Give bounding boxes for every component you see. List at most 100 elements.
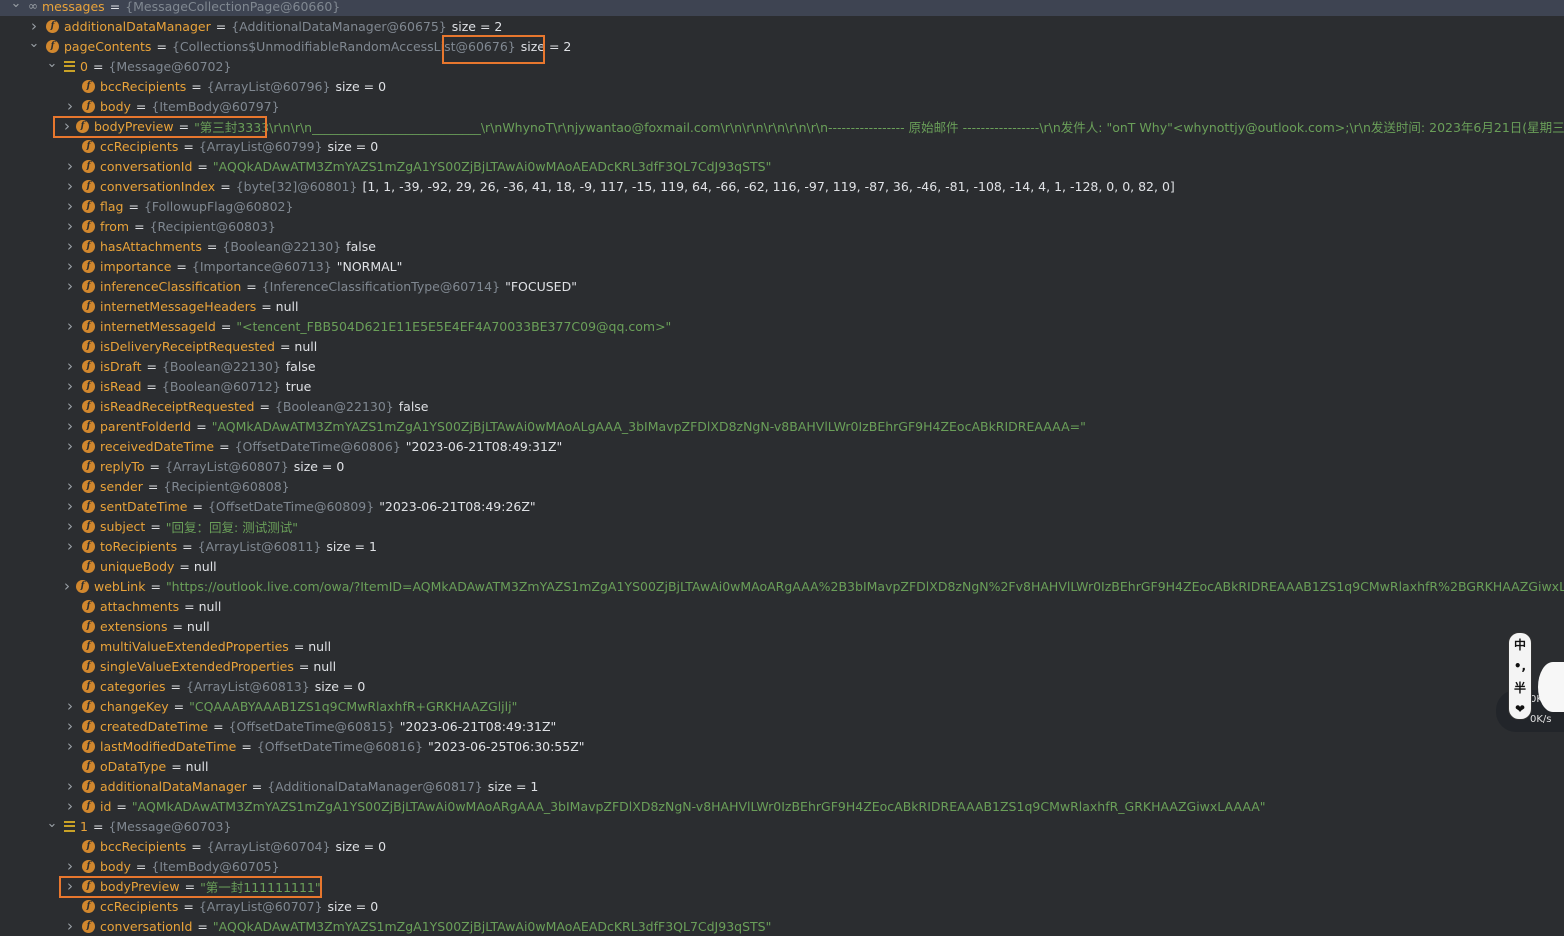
tree-row[interactable]: › f sentDateTime = {OffsetDateTime@60809} "20… — [0, 496, 1564, 516]
tree-row[interactable]: › f additionalDataManager = {AdditionalDataM… — [0, 16, 1564, 36]
tree-row[interactable]: › f inferenceClassification = {InferenceClas… — [0, 276, 1564, 296]
chevron-right-icon[interactable]: › — [64, 697, 76, 715]
chevron-right-icon[interactable]: › — [64, 117, 70, 135]
tree-row[interactable]: ›funiqueBody= null — [0, 556, 1564, 576]
chevron-down-icon[interactable]: ⌄ — [28, 36, 40, 51]
tree-row[interactable]: ›fattachments= null — [0, 596, 1564, 616]
field-value: [1, 1, -39, -92, 29, 26, -36, 41, 18, -9… — [362, 178, 1175, 194]
equals-sign: = — [135, 98, 147, 114]
tree-row[interactable]: › f body = {ItemBody@60705} — [0, 856, 1564, 876]
tree-row[interactable]: › f body = {ItemBody@60797} — [0, 96, 1564, 116]
tree-row[interactable]: › f from = {Recipient@60803} — [0, 216, 1564, 236]
chevron-right-icon[interactable]: › — [64, 537, 76, 555]
chevron-right-icon[interactable]: › — [64, 797, 76, 815]
tree-row[interactable]: ⌄ f pageContents = {Collections$Unmodifiable… — [0, 36, 1564, 56]
chevron-down-icon[interactable]: ⌄ — [10, 0, 22, 11]
tree-row[interactable]: › f internetMessageId = "<tencent_FBB504D621… — [0, 316, 1564, 336]
tree-row[interactable]: › f id = "AQMkADAwATM3ZmYAZS1mZgA1YS00ZjBjLT… — [0, 796, 1564, 816]
tree-row[interactable]: ›fcategories={ArrayList@60813}size = 0 — [0, 676, 1564, 696]
tree-row[interactable]: › f createdDateTime = {OffsetDateTime@60815}… — [0, 716, 1564, 736]
field-value: size = 0 — [327, 138, 379, 154]
tree-row[interactable]: › f toRecipients = {ArrayList@60811} size = 1 — [0, 536, 1564, 556]
tree-row[interactable]: › f parentFolderId = "AQMkADAwATM3ZmYAZS1mZg… — [0, 416, 1564, 436]
field-name: isReadReceiptRequested — [100, 398, 255, 414]
tree-row[interactable]: › f isReadReceiptRequested = {Boolean@22130}… — [0, 396, 1564, 416]
tree-row[interactable]: ›freplyTo={ArrayList@60807}size = 0 — [0, 456, 1564, 476]
tree-row[interactable]: ›finternetMessageHeaders= null — [0, 296, 1564, 316]
tree-row[interactable]: ›fbccRecipients={ArrayList@60704}size = … — [0, 836, 1564, 856]
chevron-right-icon[interactable]: › — [64, 397, 76, 415]
tree-row[interactable]: ›fsingleValueExtendedProperties= null — [0, 656, 1564, 676]
chevron-right-icon[interactable]: › — [64, 277, 76, 295]
tree-row[interactable]: ›fbccRecipients={ArrayList@60796}size = … — [0, 76, 1564, 96]
tree-row[interactable]: › f lastModifiedDateTime = {OffsetDateTime@6… — [0, 736, 1564, 756]
chevron-right-icon[interactable]: › — [64, 437, 76, 455]
tree-row[interactable]: › f isRead = {Boolean@60712} true — [0, 376, 1564, 396]
tree-row[interactable]: › f conversationId = "AQQkADAwATM3ZmYAZS1mZg… — [0, 916, 1564, 936]
field-name: uniqueBody — [100, 558, 175, 574]
chevron-right-icon[interactable]: › — [64, 477, 76, 495]
tree-row[interactable]: › f conversationIndex = {byte[32]@60801} [1, … — [0, 176, 1564, 196]
tree-row[interactable]: › f bodyPreview = "第一封111111111" — [0, 876, 1564, 896]
chevron-right-icon[interactable]: › — [64, 237, 76, 255]
chevron-right-icon[interactable]: › — [64, 97, 76, 115]
ime-chinese-icon[interactable]: 中 — [1514, 636, 1526, 653]
tree-row[interactable]: › f flag = {FollowupFlag@60802} — [0, 196, 1564, 216]
chevron-right-icon[interactable]: › — [64, 177, 76, 195]
ime-punctuation-icon[interactable]: •, — [1514, 659, 1526, 673]
chevron-right-icon[interactable]: › — [28, 17, 40, 35]
field-name: 0 — [80, 58, 88, 74]
tree-row[interactable]: ›fextensions= null — [0, 616, 1564, 636]
tree-row[interactable]: › f isDraft = {Boolean@22130} false — [0, 356, 1564, 376]
watch-icon: ∞ — [28, 0, 38, 13]
tree-row[interactable]: › f webLink = "https://outlook.live.com/owa/… — [0, 576, 1564, 596]
chevron-right-icon[interactable]: › — [64, 497, 76, 515]
tree-row[interactable]: › f changeKey = "CQAAABYAAAB1ZS1q9CMwRlaxhfR… — [0, 696, 1564, 716]
chevron-right-icon[interactable]: › — [64, 777, 76, 795]
field-icon: f — [82, 179, 95, 193]
chevron-right-icon[interactable]: › — [64, 717, 76, 735]
tree-row[interactable]: › f sender = {Recipient@60808} — [0, 476, 1564, 496]
chevron-right-icon[interactable]: › — [64, 517, 76, 535]
chevron-right-icon[interactable]: › — [64, 157, 76, 175]
tree-row[interactable]: ›fmultiValueExtendedProperties= null — [0, 636, 1564, 656]
chevron-right-icon[interactable]: › — [64, 377, 76, 395]
tree-row[interactable]: › f hasAttachments = {Boolean@22130} false — [0, 236, 1564, 256]
tree-row[interactable]: › f additionalDataManager = {AdditionalDataM… — [0, 776, 1564, 796]
string-value: "第一封111111111" — [200, 879, 321, 895]
chevron-right-icon[interactable]: › — [64, 877, 76, 895]
tree-row[interactable]: ›fisDeliveryReceiptRequested= null — [0, 336, 1564, 356]
chevron-right-icon[interactable]: › — [64, 257, 76, 275]
tree-row[interactable]: › f receivedDateTime = {OffsetDateTime@60806… — [0, 436, 1564, 456]
string-value: "AQQkADAwATM3ZmYAZS1mZgA1YS00ZjBjLTAwAi0… — [212, 158, 772, 174]
tree-row[interactable]: ⌄ 1 = {Message@60703} — [0, 816, 1564, 836]
ime-toolbar[interactable]: 中 •, 半 ❤ — [1508, 632, 1532, 720]
chevron-right-icon[interactable]: › — [64, 737, 76, 755]
tree-row[interactable]: ⌄ ∞ messages = {MessageCollectionPage@60660} — [0, 0, 1564, 16]
chevron-right-icon[interactable]: › — [64, 857, 76, 875]
tree-row[interactable]: ›fccRecipients={ArrayList@60707}size = 0 — [0, 896, 1564, 916]
chevron-right-icon[interactable]: › — [64, 217, 76, 235]
field-value: size = 2 — [520, 38, 572, 54]
tree-row[interactable]: › f importance = {Importance@60713} "NORMAL" — [0, 256, 1564, 276]
tree-row[interactable]: › f bodyPreview = "第三封3333\r\n\r\n__________… — [0, 116, 1564, 136]
tree-row[interactable]: › f subject = "回复：回复: 测试测试" — [0, 516, 1564, 536]
ime-halfwidth-icon[interactable]: 半 — [1514, 679, 1526, 696]
chevron-right-icon[interactable]: › — [64, 417, 76, 435]
chevron-right-icon[interactable]: › — [64, 917, 76, 935]
field-name: changeKey — [100, 698, 169, 714]
chevron-down-icon[interactable]: ⌄ — [46, 56, 58, 71]
tree-row[interactable]: › f conversationId = "AQQkADAwATM3ZmYAZS1mZg… — [0, 156, 1564, 176]
chevron-right-icon[interactable]: › — [64, 197, 76, 215]
tree-row[interactable]: ›fccRecipients={ArrayList@60799}size = 0 — [0, 136, 1564, 156]
equals-sign: = — [116, 798, 127, 814]
equals-sign: = — [191, 838, 202, 854]
tree-row[interactable]: ⌄ 0 = {Message@60702} — [0, 56, 1564, 76]
chevron-right-icon[interactable]: › — [64, 357, 76, 375]
tree-row[interactable]: ›foDataType= null — [0, 756, 1564, 776]
chevron-right-icon[interactable]: › — [64, 577, 70, 595]
object-reference: {OffsetDateTime@60815} — [228, 718, 395, 734]
ime-heart-icon[interactable]: ❤ — [1515, 702, 1525, 716]
chevron-down-icon[interactable]: ⌄ — [46, 816, 58, 831]
chevron-right-icon[interactable]: › — [64, 317, 76, 335]
